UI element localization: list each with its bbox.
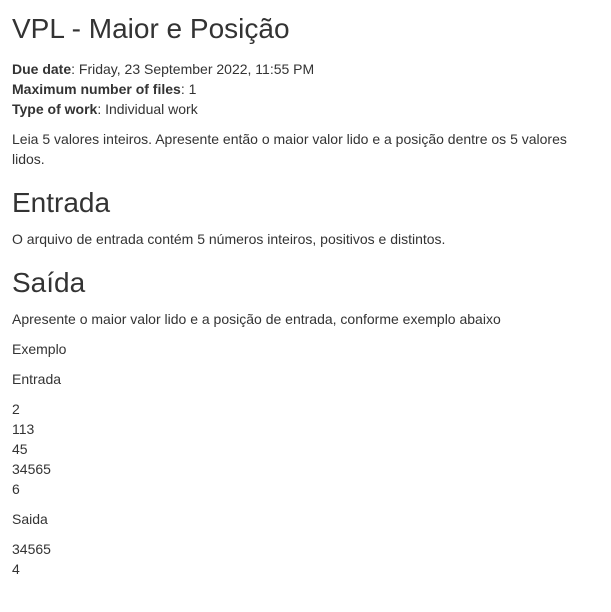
example-input-label: Entrada [12,371,62,387]
work-type: Type of work: Individual work [12,101,198,117]
example-label: Exemplo [12,341,67,357]
example-output: 34565 4 [12,541,51,577]
input-text: O arquivo de entrada contém 5 números in… [12,231,446,247]
input-heading: Entrada [12,187,111,218]
example-output-label: Saida [12,511,48,527]
due-date: Due date: Friday, 23 September 2022, 11:… [12,61,315,77]
output-text: Apresente o maior valor lido e a posição… [12,311,501,327]
assignment-meta: Due date: Friday, 23 September 2022, 11:… [12,59,599,119]
assignment-description: VPL - Maior e Posição Due date: Friday, … [0,13,611,579]
intro-text: Leia 5 valores inteiros. Apresente então… [12,131,567,167]
max-files: Maximum number of files: 1 [12,81,197,97]
output-heading: Saída [12,267,86,298]
page-title: VPL - Maior e Posição [12,13,290,44]
example-input: 2 113 45 34565 6 [12,401,51,497]
